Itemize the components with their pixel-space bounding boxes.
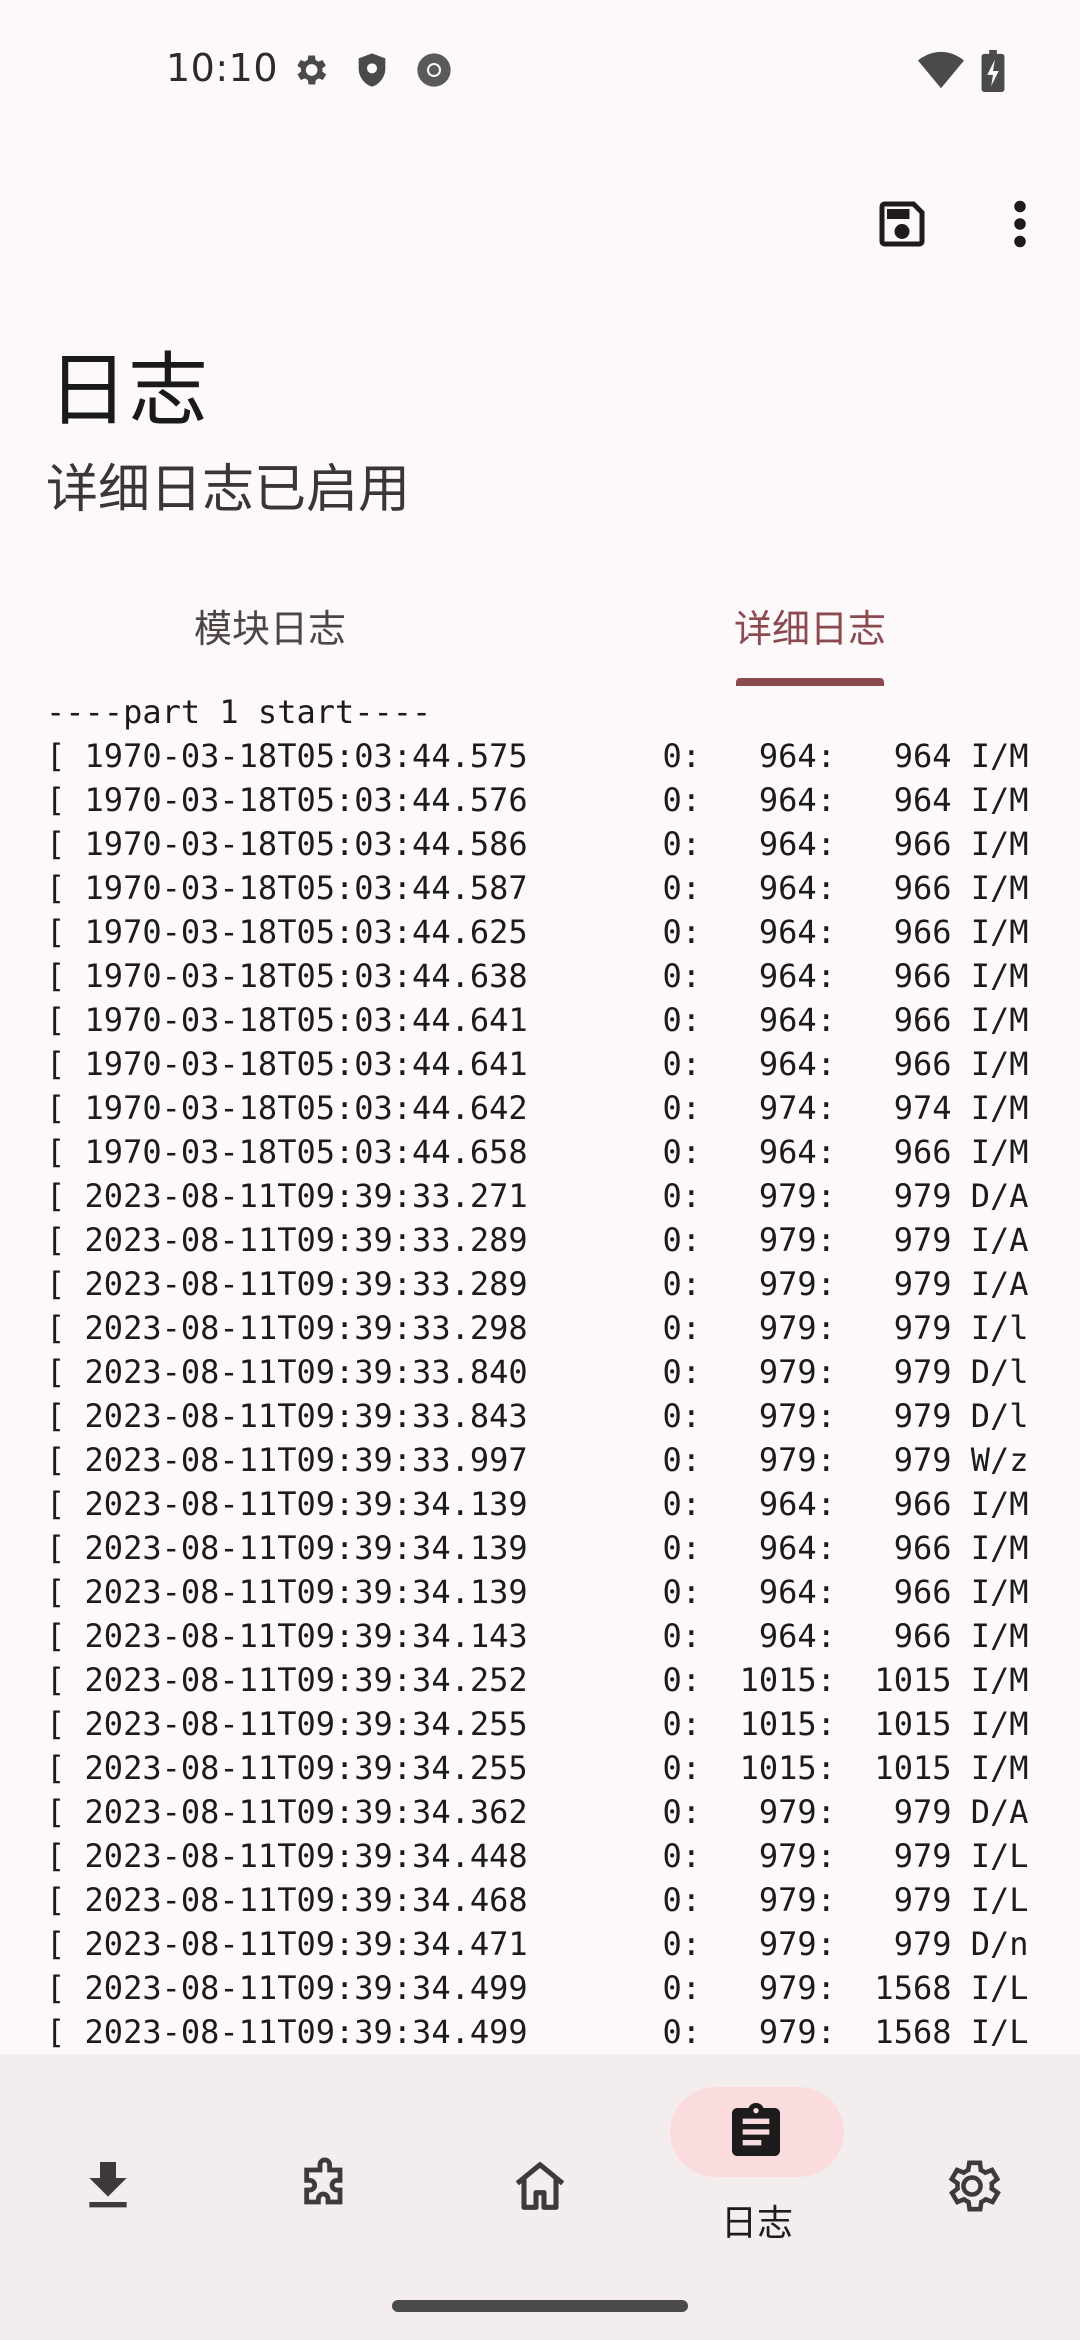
settings-icon [948,2160,1001,2212]
log-line: [ 2023-08-11T09:39:34.499 0: 979: 1568 I… [46,2013,1029,2051]
download-icon [89,2162,127,2208]
log-line: [ 2023-08-11T09:39:33.997 0: 979: 979 W/… [46,1441,1029,1479]
log-line: [ 2023-08-11T09:39:34.255 0: 1015: 1015 … [46,1749,1029,1787]
tab-indicator [736,678,884,686]
save-icon[interactable] [872,194,932,254]
more-vert-icon[interactable] [1000,194,1040,254]
log-line: [ 2023-08-11T09:39:33.289 0: 979: 979 I/… [46,1265,1029,1303]
nav-item-download[interactable] [0,2054,216,2274]
log-line: [ 2023-08-11T09:39:33.289 0: 979: 979 I/… [46,1221,1029,1259]
bottom-navigation: 日志 [0,2054,1080,2340]
shield-icon [358,53,386,87]
log-line: [ 2023-08-11T09:39:34.139 0: 964: 966 I/… [46,1485,1029,1523]
wifi-icon [918,51,964,89]
log-line: [ 1970-03-18T05:03:44.586 0: 964: 966 I/… [46,825,1029,863]
log-line: [ 1970-03-18T05:03:44.587 0: 964: 966 I/… [46,869,1029,907]
log-line: [ 1970-03-18T05:03:44.641 0: 964: 966 I/… [46,1001,1029,1039]
log-line: [ 2023-08-11T09:39:34.139 0: 964: 966 I/… [46,1529,1029,1567]
page-subtitle: 详细日志已启用 [46,460,411,520]
log-line: [ 2023-08-11T09:39:34.362 0: 979: 979 D/… [46,1793,1029,1831]
log-line: [ 1970-03-18T05:03:44.575 0: 964: 964 I/… [46,737,1029,775]
log-line: [ 1970-03-18T05:03:44.658 0: 964: 966 I/… [46,1133,1029,1171]
log-line: [ 2023-08-11T09:39:34.252 0: 1015: 1015 … [46,1661,1029,1699]
log-line: [ 2023-08-11T09:39:34.468 0: 979: 979 I/… [46,1881,1029,1919]
puzzle-icon [304,2157,343,2205]
gear-icon [297,55,327,85]
log-line: [ 2023-08-11T09:39:33.840 0: 979: 979 D/… [46,1353,1029,1391]
log-line: [ 1970-03-18T05:03:44.576 0: 964: 964 I/… [46,781,1029,819]
gesture-handle[interactable] [392,2300,688,2312]
tab-module-logs[interactable]: 模块日志 [0,560,540,690]
page-title: 日志 [48,344,208,437]
log-view[interactable]: ----part 1 start---- [ 1970-03-18T05:03:4… [46,690,1080,2052]
log-line: [ 2023-08-11T09:39:34.255 0: 1015: 1015 … [46,1705,1029,1743]
nav-label-logs: 日志 [720,2203,793,2244]
log-line: [ 2023-08-11T09:39:33.271 0: 979: 979 D/… [46,1177,1029,1215]
home-icon [515,2162,565,2210]
clipboard-list-icon [732,2102,780,2156]
battery-charging-icon [981,50,1005,92]
log-line: [ 2023-08-11T09:39:33.843 0: 979: 979 D/… [46,1397,1029,1435]
log-line: [ 1970-03-18T05:03:44.641 0: 964: 966 I/… [46,1045,1029,1083]
log-line: [ 1970-03-18T05:03:44.638 0: 964: 966 I/… [46,957,1029,995]
tab-verbose-logs[interactable]: 详细日志 [540,560,1080,690]
log-line: [ 2023-08-11T09:39:34.499 0: 979: 1568 I… [46,1969,1029,2007]
status-time: 10:10 [166,46,279,90]
log-line: [ 2023-08-11T09:39:34.139 0: 964: 966 I/… [46,1573,1029,1611]
nav-item-home[interactable] [432,2054,648,2274]
chrome-icon [417,53,451,87]
log-line: [ 1970-03-18T05:03:44.625 0: 964: 966 I/… [46,913,1029,951]
log-line: [ 2023-08-11T09:39:34.471 0: 979: 979 D/… [46,1925,1029,1963]
status-bar: 10:10 [0,0,1080,140]
log-line: [ 2023-08-11T09:39:34.143 0: 964: 966 I/… [46,1617,1029,1655]
log-line: [ 1970-03-18T05:03:44.642 0: 974: 974 I/… [46,1089,1029,1127]
log-line: ----part 1 start---- [46,693,432,731]
nav-item-settings[interactable] [864,2054,1080,2274]
log-line: [ 2023-08-11T09:39:34.448 0: 979: 979 I/… [46,1837,1029,1875]
nav-item-modules[interactable] [216,2054,432,2274]
tab-bar: 模块日志 详细日志 [0,560,1080,690]
log-line: [ 2023-08-11T09:39:33.298 0: 979: 979 I/… [46,1309,1029,1347]
